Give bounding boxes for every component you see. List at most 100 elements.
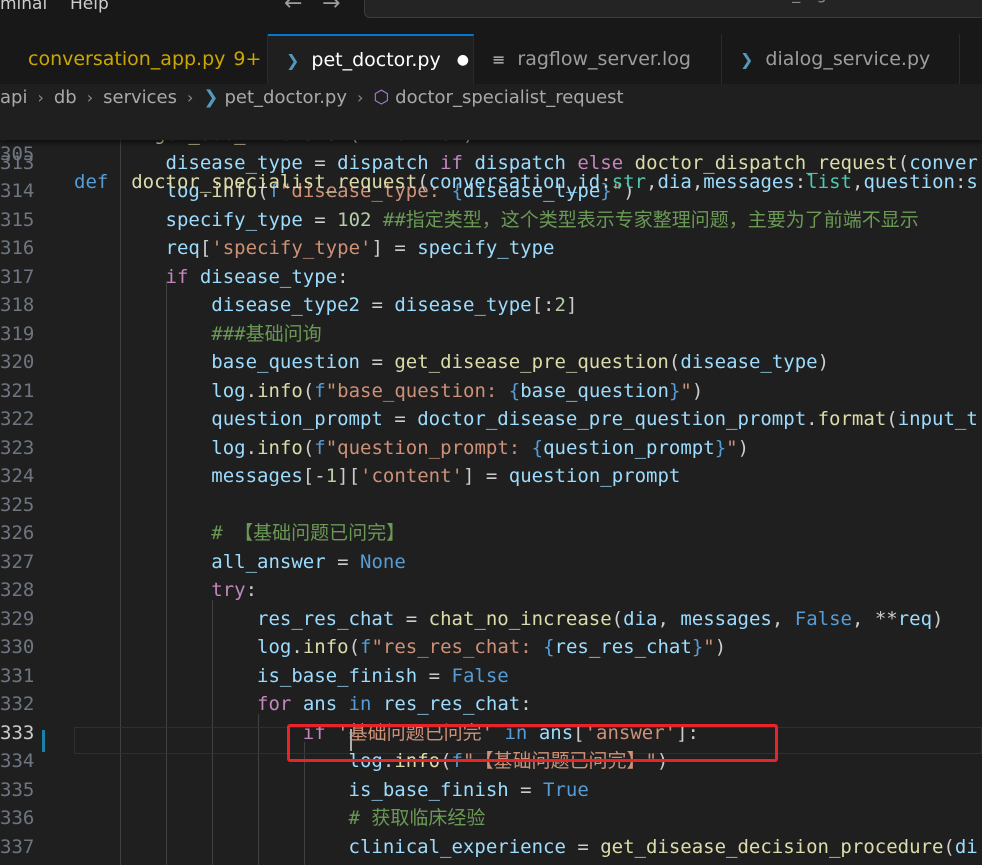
unsaved-dot-icon[interactable]: ● xyxy=(457,52,469,68)
code-text: for ans in res_res_chat: xyxy=(257,693,532,715)
problem-count-badge: 9+ xyxy=(233,48,262,70)
breadcrumb-item-db[interactable]: db xyxy=(50,87,81,108)
code-line[interactable]: 328 try: xyxy=(0,576,982,604)
line-number: 327 xyxy=(0,550,35,573)
chevron-right-icon: › xyxy=(86,87,94,107)
line-number: 319 xyxy=(0,322,35,345)
line-number: 336 xyxy=(0,807,35,829)
code-line[interactable]: 325 xyxy=(0,491,982,519)
tab-pet-doctor[interactable]: ❯ pet_doctor.py ● xyxy=(268,34,474,84)
code-text: all_answer = None xyxy=(211,550,406,573)
code-text: try: xyxy=(211,579,258,601)
breadcrumb-item-file[interactable]: ❯ pet_doctor.py xyxy=(199,87,351,108)
code-text: specify_type = 102 ##指定类型，这个类型表示专家整理问题，主… xyxy=(165,208,919,231)
tab-ragflow-server-log[interactable]: ≡ ragflow_server.log xyxy=(474,34,722,84)
code-text: if disease_type: xyxy=(165,265,349,288)
chevron-right-icon: › xyxy=(187,87,194,107)
line-number: 318 xyxy=(0,294,35,316)
line-number: 322 xyxy=(0,408,35,430)
line-number: 325 xyxy=(0,493,35,516)
code-text: log.info(f"res_res_chat: {res_res_chat}"… xyxy=(257,636,727,658)
tab-label: dialog_service.py xyxy=(765,48,931,70)
line-number: 333 xyxy=(0,721,35,744)
method-cube-icon: ⬡ xyxy=(373,86,390,108)
chevron-right-icon: › xyxy=(357,87,364,107)
command-center-label: ⌕ local_ragflow xyxy=(755,0,860,3)
code-line[interactable]: 318 disease_type2 = disease_type[:2] xyxy=(0,291,982,319)
code-text: is_base_finish = False xyxy=(257,664,509,687)
line-number: 328 xyxy=(0,579,35,601)
code-line[interactable]: 316 req['specify_type'] = specify_type xyxy=(0,234,982,262)
tab-overflow[interactable] xyxy=(960,34,982,84)
line-number: 326 xyxy=(0,522,35,544)
code-text: req['specify_type'] = specify_type xyxy=(165,237,555,259)
line-number: 330 xyxy=(0,636,35,658)
breadcrumb-item-api[interactable]: api xyxy=(0,87,31,108)
tab-label: ragflow_server.log xyxy=(517,48,691,70)
code-text: base_question = get_disease_pre_question… xyxy=(211,351,830,373)
code-line[interactable]: 324 messages[-1]['content'] = question_p… xyxy=(0,462,982,490)
code-line[interactable]: 320 base_question = get_disease_pre_ques… xyxy=(0,348,982,376)
code-line[interactable]: 336 # 获取临床经验 xyxy=(0,804,982,832)
line-number: 323 xyxy=(0,436,35,459)
forward-arrow-icon[interactable]: → xyxy=(322,0,340,16)
code-line[interactable]: 319 ###基础问询 xyxy=(0,320,982,348)
code-line[interactable]: 315 specify_type = 102 ##指定类型，这个类型表示专家整理… xyxy=(0,206,982,234)
code-line[interactable]: 332 for ans in res_res_chat: xyxy=(0,690,982,718)
code-line[interactable]: 326 # 【基础问题已问完】 xyxy=(0,519,982,547)
python-icon: ❯ xyxy=(203,86,219,108)
line-number: 337 xyxy=(0,835,35,858)
code-text: clinical_experience = get_disease_decisi… xyxy=(348,835,978,858)
python-icon: ❯ xyxy=(286,50,300,70)
line-number: 316 xyxy=(0,237,35,259)
chevron-right-icon: › xyxy=(37,87,44,107)
line-number: 335 xyxy=(0,778,35,801)
code-line[interactable]: 329 res_res_chat = chat_no_increase(dia,… xyxy=(0,605,982,633)
code-text: disease_type2 = disease_type[:2] xyxy=(211,294,578,316)
breadcrumb-item-services[interactable]: services xyxy=(99,87,181,108)
code-text: ###基础问询 xyxy=(211,322,322,345)
editor-tab-bar: conversation_app.py 9+ ❯ pet_doctor.py ●… xyxy=(0,20,982,85)
menu-help[interactable]: Help xyxy=(70,0,109,14)
code-text: messages[-1]['content'] = question_promp… xyxy=(211,465,681,487)
code-text: log.info(f"question_prompt: {question_pr… xyxy=(211,436,750,459)
title-bar: minal Help ← → ⌕ local_ragflow xyxy=(0,0,982,20)
line-number: 329 xyxy=(0,607,35,630)
code-text: res_res_chat = chat_no_increase(dia, mes… xyxy=(257,607,944,630)
red-annotation-box xyxy=(287,724,778,762)
code-text: def doctor_specialist_request(conversati… xyxy=(74,171,978,193)
code-line[interactable]: 321 log.info(f"base_question: {base_ques… xyxy=(0,377,982,405)
code-line[interactable]: 331 is_base_finish = False xyxy=(0,662,982,690)
code-text: is_base_finish = True xyxy=(348,778,589,801)
tab-label: pet_doctor.py xyxy=(311,49,441,71)
tab-label: conversation_app.py xyxy=(28,48,226,70)
tab-dialog-service[interactable]: ❯ dialog_service.py xyxy=(722,34,960,84)
line-number: 332 xyxy=(0,693,35,715)
code-text: # 获取临床经验 xyxy=(348,807,486,829)
code-text: log.info(f"base_question: {base_question… xyxy=(211,379,704,402)
tab-conversation-app[interactable]: conversation_app.py 9+ xyxy=(0,34,268,84)
line-number: 321 xyxy=(0,379,35,402)
menu-terminal[interactable]: minal xyxy=(0,0,47,14)
code-line[interactable]: 327 all_answer = None xyxy=(0,548,982,576)
sticky-scroll-header[interactable]: 305 def doctor_specialist_request(conver… xyxy=(0,110,982,193)
code-line[interactable]: 322 question_prompt = doctor_disease_pre… xyxy=(0,405,982,433)
python-icon: ❯ xyxy=(740,49,754,69)
code-line[interactable]: 330 log.info(f"res_res_chat: {res_res_ch… xyxy=(0,633,982,661)
line-number: 331 xyxy=(0,664,35,687)
code-line[interactable]: 323 log.info(f"question_prompt: {questio… xyxy=(0,434,982,462)
code-line[interactable]: 335 is_base_finish = True xyxy=(0,776,982,804)
breadcrumb: api › db › services › ❯ pet_doctor.py › ⬡… xyxy=(0,84,982,110)
code-line[interactable]: 317 if disease_type: xyxy=(0,263,982,291)
code-editor[interactable]: 312 if get_sub_intension(intention):313 … xyxy=(0,110,982,865)
line-number: 317 xyxy=(0,265,35,288)
line-number: 305 xyxy=(0,143,35,165)
command-center[interactable]: ⌕ local_ragflow xyxy=(364,0,982,18)
line-number: 334 xyxy=(0,750,35,772)
sticky-line: 305 def doctor_specialist_request(conver… xyxy=(0,112,982,193)
breadcrumb-item-symbol[interactable]: ⬡ doctor_specialist_request xyxy=(369,87,627,108)
back-arrow-icon[interactable]: ← xyxy=(284,0,302,16)
code-text: question_prompt = doctor_disease_pre_que… xyxy=(211,408,978,430)
log-file-icon: ≡ xyxy=(492,49,506,69)
code-line[interactable]: 337 clinical_experience = get_disease_de… xyxy=(0,833,982,861)
